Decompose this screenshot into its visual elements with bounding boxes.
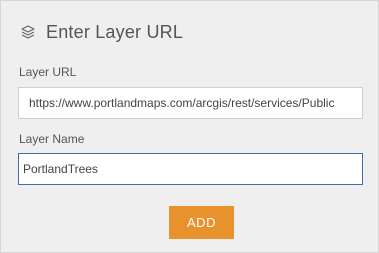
add-layer-panel: Enter Layer URL Layer URL Layer Name ADD — [0, 0, 379, 253]
layer-url-label: Layer URL — [19, 65, 77, 79]
layer-url-input[interactable] — [18, 87, 363, 119]
add-button[interactable]: ADD — [169, 206, 234, 239]
panel-title: Enter Layer URL — [46, 21, 184, 42]
layer-name-input[interactable] — [18, 153, 363, 185]
layers-icon — [20, 24, 36, 40]
layer-name-label: Layer Name — [19, 132, 85, 146]
panel-header: Enter Layer URL — [20, 19, 183, 45]
